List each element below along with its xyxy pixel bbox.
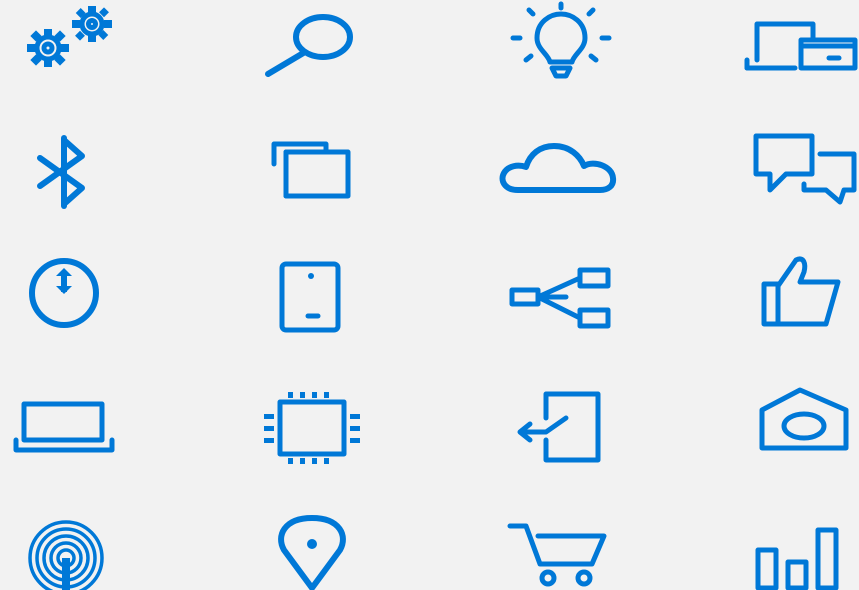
lightbulb-icon [506, 1, 616, 80]
sign-in-icon [506, 390, 606, 466]
devices-icon [744, 18, 859, 74]
icon-grid [0, 0, 859, 590]
laptop-icon [12, 398, 116, 458]
gears-icon [18, 6, 118, 72]
cloud-icon [496, 140, 622, 196]
location-pin-icon [274, 508, 354, 590]
tablet-icon [278, 258, 346, 336]
multitask-windows-icon [270, 140, 356, 200]
clock-sync-icon [26, 258, 106, 330]
search-icon [262, 14, 362, 80]
camera-icon [758, 384, 858, 456]
shopping-cart-icon [506, 520, 616, 590]
bar-chart-icon [752, 524, 859, 590]
bluetooth-icon [36, 134, 88, 212]
processor-chip-icon [262, 390, 366, 466]
thumbs-up-icon [752, 252, 848, 332]
chat-bubbles-icon [752, 130, 859, 208]
wireless-signal-icon [16, 512, 116, 590]
network-diagram-icon [504, 266, 614, 332]
